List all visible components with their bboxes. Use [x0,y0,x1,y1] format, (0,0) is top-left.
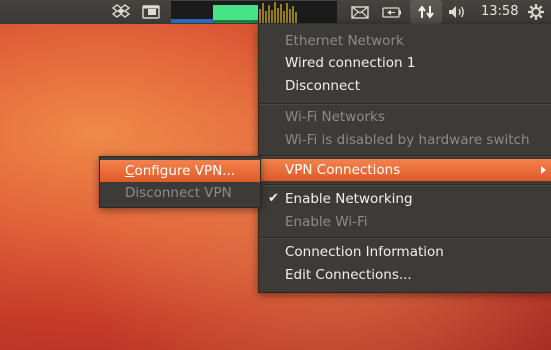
top-panel: 13:58 [0,0,551,24]
menu-separator [260,155,551,157]
gear-icon[interactable] [526,3,546,21]
network-icon [416,3,436,21]
mail-icon[interactable] [349,3,371,21]
submenu-arrow-icon [541,166,546,174]
indicator-session-app-icon[interactable] [141,3,161,21]
menu-item-enable-networking[interactable]: ✔ Enable Networking [259,188,551,210]
menu-item-vpn-connections[interactable]: VPN Connections [259,159,551,181]
menu-separator [260,103,551,105]
menu-item-configure-vpn[interactable]: Configure VPN... [100,160,260,182]
network-indicator-button[interactable] [410,0,442,24]
network-graph [259,2,297,23]
battery-icon[interactable] [381,3,403,21]
menu-item-vpn-connections-label: VPN Connections [285,162,401,178]
clock[interactable]: 13:58 [481,0,518,24]
volume-icon[interactable] [446,3,468,21]
memory-graph [213,5,258,21]
system-monitor-graph[interactable] [171,1,337,23]
menu-item-enable-networking-label: Enable Networking [285,191,413,207]
menu-item-edit-connections[interactable]: Edit Connections... [259,264,551,286]
menu-item-configure-vpn-label: onfigure VPN... [134,163,236,179]
menu-item-disconnect[interactable]: Disconnect [259,75,551,97]
menu-separator [260,184,551,186]
menu-separator [260,237,551,239]
network-menu: Ethernet Network Wired connection 1 Disc… [258,24,551,293]
memory-graph-base [213,20,258,23]
vpn-submenu: Configure VPN... Disconnect VPN [99,156,261,208]
menu-item-ethernet-network-header: Ethernet Network [285,33,404,49]
menu-item-wifi-networks-header: Wi-Fi Networks [285,109,385,125]
menu-item-wifi-disabled-notice: Wi-Fi is disabled by hardware switch [285,132,530,148]
menu-item-wired-connection-1[interactable]: Wired connection 1 [259,52,551,74]
dropbox-icon[interactable] [111,3,131,21]
checkmark-icon: ✔ [268,191,279,206]
cpu-graph [171,19,213,23]
menu-item-disconnect-vpn: Disconnect VPN [125,185,232,201]
menu-item-enable-wifi: Enable Wi-Fi [285,214,368,230]
menu-item-connection-information[interactable]: Connection Information [259,241,551,263]
